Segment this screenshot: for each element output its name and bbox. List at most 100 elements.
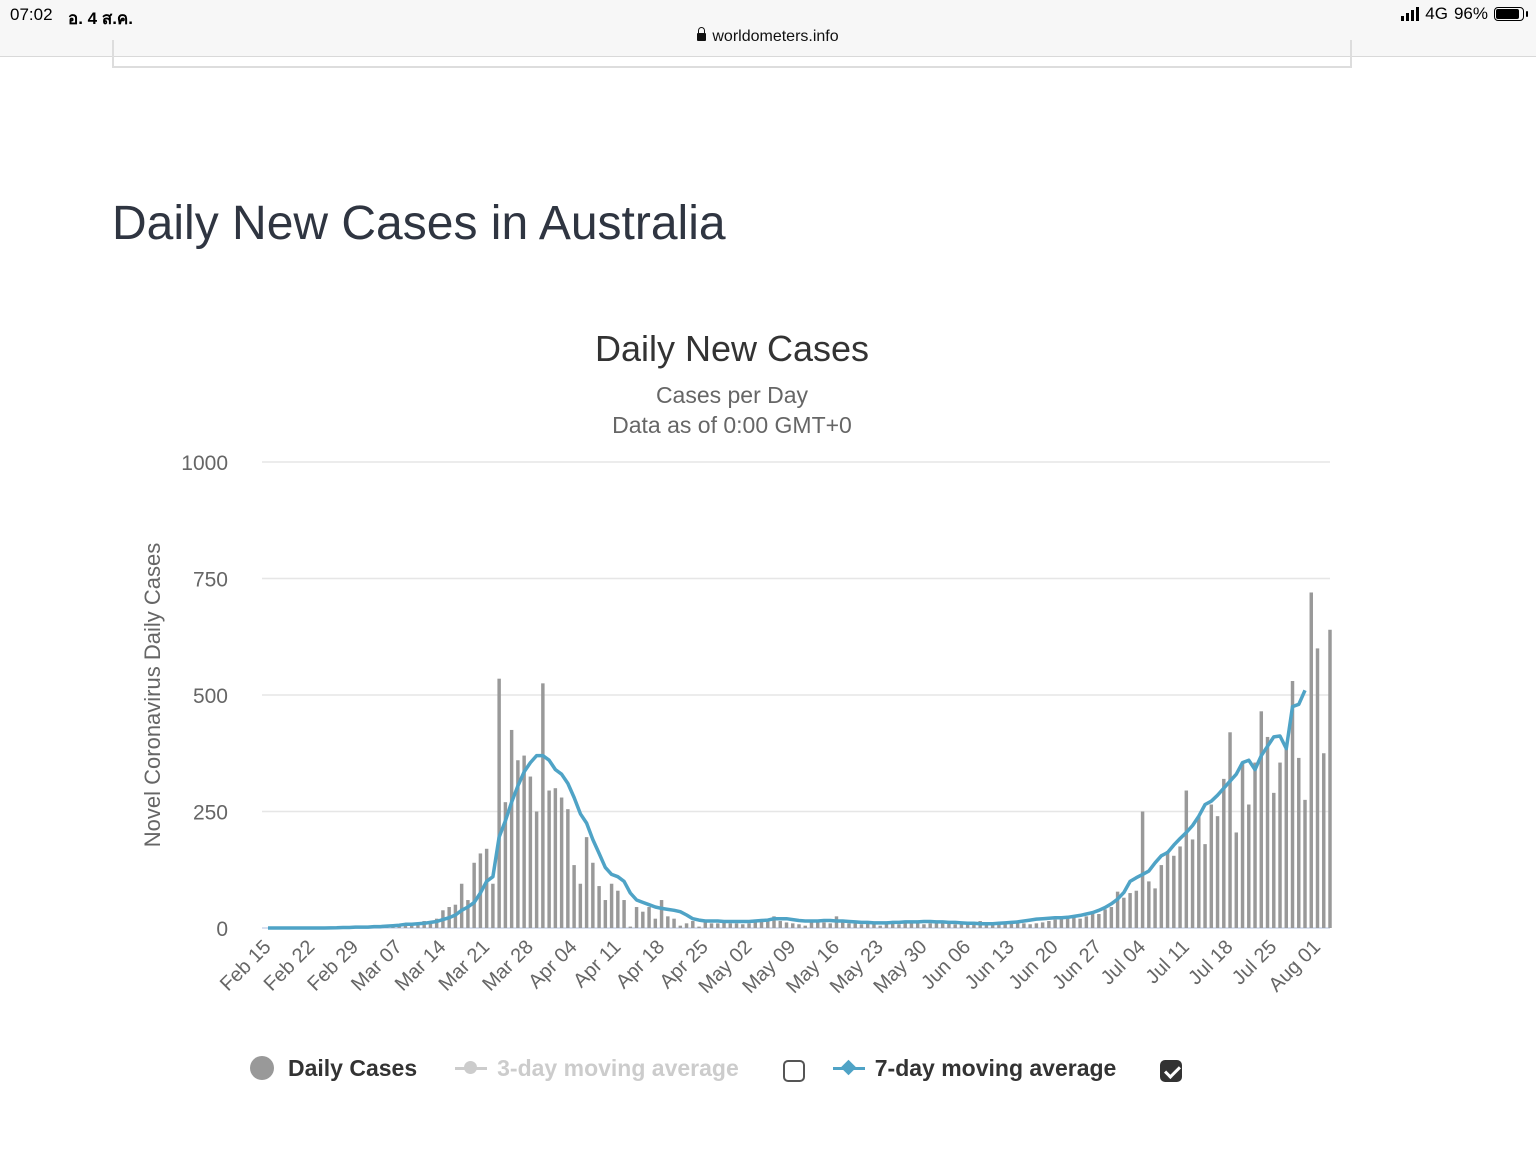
y-tick-label: 1000 xyxy=(181,452,228,475)
daily-cases-bar xyxy=(847,923,851,928)
daily-cases-bar xyxy=(547,790,551,928)
daily-cases-bar xyxy=(1197,816,1201,928)
x-tick-label: Jul 11 xyxy=(1142,936,1194,988)
daily-cases-bar xyxy=(1159,865,1164,928)
daily-cases-bar xyxy=(1078,918,1082,928)
y-tick-label: 750 xyxy=(193,569,228,592)
daily-cases-bar xyxy=(1147,881,1151,928)
legend-7day-label: 7-day moving average xyxy=(874,1054,1117,1081)
daily-cases-bar xyxy=(1022,923,1026,928)
daily-cases-bar xyxy=(928,923,932,928)
daily-cases-bar xyxy=(1172,855,1176,928)
daily-cases-bar xyxy=(497,678,501,928)
legend-7day-marker xyxy=(832,1056,865,1080)
daily-cases-bar xyxy=(666,916,670,928)
legend-daily-cases[interactable]: Daily Cases xyxy=(250,1055,417,1082)
daily-cases-bar xyxy=(778,921,782,928)
daily-cases-bar xyxy=(597,886,601,928)
daily-cases-bar xyxy=(1328,629,1332,928)
daily-cases-bar xyxy=(534,811,539,928)
daily-cases-bar xyxy=(1003,924,1007,928)
legend-3day-average[interactable]: 3-day moving average xyxy=(455,1055,739,1082)
daily-cases-bar xyxy=(1184,790,1189,928)
daily-cases-bar xyxy=(1134,890,1139,928)
x-tick-label: Jul 18 xyxy=(1184,936,1237,989)
daily-cases-bar xyxy=(1028,924,1032,928)
daily-cases-bar xyxy=(953,924,957,928)
daily-cases-bar xyxy=(566,809,570,928)
daily-cases-bar xyxy=(784,922,789,928)
checkbox-3day-average[interactable] xyxy=(782,1060,805,1082)
daily-cases-bar xyxy=(1247,804,1251,928)
daily-cases-bar xyxy=(1059,918,1064,928)
y-tick-label: 250 xyxy=(193,802,228,825)
daily-cases-bar xyxy=(1109,907,1114,928)
daily-cases-bar xyxy=(797,924,801,928)
daily-cases-bar xyxy=(509,729,514,928)
daily-cases-bar xyxy=(1253,762,1257,928)
daily-cases-bar xyxy=(1284,746,1288,928)
legend-daily-cases-label: Daily Cases xyxy=(288,1054,418,1081)
daily-cases-bar xyxy=(541,683,545,928)
daily-cases-bar xyxy=(528,776,533,928)
daily-cases-bar xyxy=(872,924,876,928)
daily-cases-bar xyxy=(1297,757,1301,928)
y-tick-label: 500 xyxy=(193,685,228,708)
x-tick-label: Jun 27 xyxy=(1048,936,1106,994)
daily-cases-bar xyxy=(1190,839,1195,928)
y-tick-label: 0 xyxy=(216,918,228,941)
daily-cases-bar xyxy=(1215,816,1220,928)
daily-cases-bar xyxy=(828,923,832,928)
daily-cases-bar xyxy=(791,923,795,928)
daily-cases-bar xyxy=(609,883,614,928)
daily-cases-bar xyxy=(1122,897,1126,928)
daily-cases-bar xyxy=(1228,732,1232,928)
daily-cases-bar xyxy=(1272,792,1276,928)
checkbox-7day-average[interactable] xyxy=(1160,1060,1183,1082)
daily-cases-bar xyxy=(709,923,714,928)
daily-cases-bar xyxy=(1053,919,1057,928)
daily-cases-bar xyxy=(1259,711,1264,928)
daily-cases-bar xyxy=(1097,914,1101,928)
daily-cases-bar xyxy=(1065,917,1070,928)
daily-cases-bar xyxy=(603,900,608,928)
daily-cases-bar xyxy=(897,924,901,928)
chart-legend: Daily Cases 3-day moving average 7-day m… xyxy=(250,1048,1183,1088)
daily-cases-bar xyxy=(459,883,464,928)
daily-cases-bar xyxy=(716,923,720,928)
x-tick-label: Jul 04 xyxy=(1097,936,1150,989)
daily-cases-bar xyxy=(1265,736,1270,928)
daily-cases-bar xyxy=(1222,778,1226,928)
daily-cases-bar xyxy=(859,924,864,928)
x-tick-label: Apr 04 xyxy=(524,936,581,993)
x-tick-label: Apr 18 xyxy=(612,936,669,993)
daily-cases-bar xyxy=(484,848,489,928)
daily-cases-bar xyxy=(634,907,639,928)
legend-3day-label: 3-day moving average xyxy=(497,1054,739,1081)
daily-cases-bar xyxy=(1153,888,1157,928)
daily-cases-bar xyxy=(803,925,807,928)
daily-cases-bar xyxy=(1240,762,1245,928)
daily-cases-bar xyxy=(622,900,626,928)
legend-daily-cases-marker xyxy=(250,1056,274,1080)
daily-cases-bar xyxy=(903,923,907,928)
daily-cases-bar xyxy=(1103,909,1107,928)
daily-cases-bar xyxy=(591,862,595,928)
daily-cases-bar xyxy=(1309,592,1313,928)
daily-cases-bar xyxy=(684,923,689,928)
daily-cases-bar xyxy=(584,837,589,928)
daily-cases-bar xyxy=(1140,811,1145,928)
daily-cases-bar xyxy=(1322,753,1326,928)
daily-cases-bar xyxy=(878,925,882,928)
daily-cases-bar xyxy=(691,921,695,928)
legend-7day-average[interactable]: 7-day moving average xyxy=(832,1054,1117,1082)
daily-cases-bar xyxy=(641,911,645,928)
daily-cases-bar xyxy=(1047,921,1051,928)
legend-3day-marker xyxy=(455,1056,488,1080)
daily-cases-bar xyxy=(647,907,651,928)
daily-cases-bar xyxy=(741,924,745,928)
daily-cases-bar xyxy=(1278,762,1282,928)
daily-cases-bar xyxy=(728,923,733,928)
daily-cases-bar xyxy=(678,925,683,928)
daily-cases-bar xyxy=(559,797,564,928)
